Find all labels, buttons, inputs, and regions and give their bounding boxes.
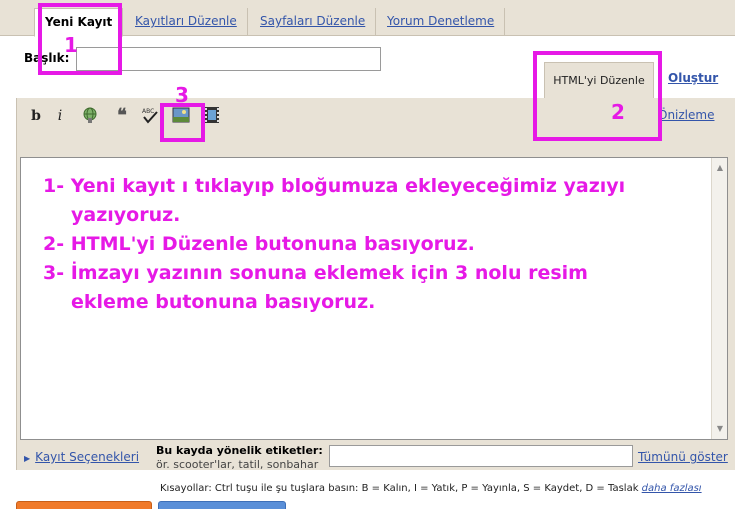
show-all-labels-link[interactable]: Tümünü göster	[638, 450, 728, 464]
scroll-up-icon[interactable]: ▲	[714, 162, 726, 174]
bold-button[interactable]: b	[26, 106, 46, 126]
preview-link[interactable]: Önizleme	[658, 108, 714, 122]
save-draft-button[interactable]	[158, 501, 286, 509]
annotation-box-3	[160, 103, 205, 142]
annotation-box-2	[533, 51, 662, 141]
keyboard-shortcuts-hint: Kısayollar: Ctrl tuşu ile şu tuşlara bas…	[160, 483, 702, 494]
post-line: ekleme butonuna basıyoruz.	[71, 291, 376, 313]
svg-text:ABC: ABC	[142, 108, 154, 115]
post-line: 1- Yeni kayıt ı tıklayıp bloğumuza ekley…	[43, 175, 626, 197]
post-options-label: Kayıt Seçenekleri	[35, 450, 140, 464]
annotation-number-1: 1	[64, 33, 78, 57]
vertical-scrollbar[interactable]: ▲ ▼	[711, 158, 727, 439]
labels-title: Bu kayda yönelik etiketler:	[156, 444, 323, 457]
triangle-right-icon: ▶	[24, 454, 31, 463]
annotation-number-3: 3	[175, 83, 189, 107]
tab-edit-pages[interactable]: Sayfaları Düzenle	[250, 8, 377, 36]
spellcheck-icon[interactable]: ABC	[140, 106, 160, 126]
italic-button[interactable]: i	[50, 106, 70, 126]
publish-button[interactable]	[16, 501, 152, 509]
shortcuts-more-link[interactable]: daha fazlası	[642, 483, 702, 494]
quote-icon[interactable]: ❝	[112, 106, 132, 126]
post-body-text: 1- Yeni kayıt ı tıklayıp bloğumuza ekley…	[43, 172, 703, 317]
post-line: yazıyoruz.	[71, 204, 181, 226]
post-line: 2- HTML'yi Düzenle butonuna basıyoruz.	[43, 233, 475, 255]
annotation-box-1	[38, 3, 122, 75]
shortcuts-text: Kısayollar: Ctrl tuşu ile şu tuşlara bas…	[160, 483, 639, 494]
labels-input[interactable]	[329, 445, 633, 467]
scroll-down-icon[interactable]: ▼	[714, 423, 726, 435]
labels-hint: ör. scooter'lar, tatil, sonbahar	[156, 458, 319, 471]
video-icon[interactable]	[202, 106, 222, 126]
annotation-number-2: 2	[611, 100, 625, 124]
tab-edit-posts[interactable]: Kayıtları Düzenle	[125, 8, 248, 36]
post-body-editor[interactable]: 1- Yeni kayıt ı tıklayıp bloğumuza ekley…	[20, 157, 728, 440]
tab-compose[interactable]: Oluştur	[668, 71, 718, 85]
post-options-link[interactable]: ▶ Kayıt Seçenekleri	[24, 450, 139, 464]
post-line: 3- İmzayı yazının sonuna eklemek için 3 …	[43, 262, 588, 284]
tab-comment-moderation[interactable]: Yorum Denetleme	[377, 8, 506, 36]
link-icon[interactable]	[80, 106, 100, 126]
